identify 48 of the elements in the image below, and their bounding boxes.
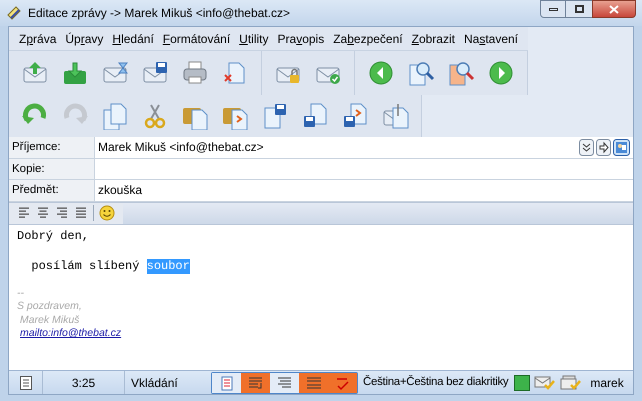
menu-item[interactable]: Nastavení	[464, 30, 518, 48]
justify-icon[interactable]	[74, 207, 88, 219]
page-toggle-icon[interactable]	[212, 372, 241, 392]
field-label: Předmět:	[9, 180, 95, 200]
align-center-icon[interactable]	[36, 207, 50, 219]
body-text: posílám slíbený	[30, 258, 140, 274]
body-text: Dobrý den,	[17, 228, 90, 244]
spell-toggle-icon[interactable]	[328, 372, 357, 392]
close-button[interactable]	[592, 0, 636, 18]
field-value: Marek Mikuš <info@thebat.cz>	[98, 139, 264, 156]
menu-item[interactable]: Zobrazit	[412, 30, 455, 48]
signature-line: S pozdravem,	[17, 300, 82, 314]
menu-item[interactable]: Úpravy	[65, 30, 104, 48]
message-body[interactable]: Dobrý den, posílám slíbený soubor -- S pozdravem, Marek Mikuš mailto:info@thebat.cz	[9, 224, 633, 370]
menu-item[interactable]: Formátování	[162, 30, 230, 48]
align-right-icon[interactable]	[55, 207, 69, 219]
field-label: Kopie:	[9, 158, 95, 179]
input-field[interactable]: Marek Mikuš <info@thebat.cz>	[95, 137, 633, 158]
signature-line: --	[17, 286, 24, 300]
email-link[interactable]: mailto:info@thebat.cz	[20, 327, 122, 340]
close-icon	[609, 4, 619, 14]
arrow-right-icon[interactable]	[596, 138, 611, 156]
lines-toggle-icon[interactable]	[270, 372, 299, 392]
field-value: zkouška	[98, 182, 142, 200]
user-name: marek	[590, 374, 624, 392]
language[interactable]: Čeština+Čeština bez diakritiky	[363, 374, 508, 392]
document-icon	[20, 376, 32, 390]
minimize-button[interactable]	[540, 0, 566, 18]
maximize-button[interactable]	[566, 0, 592, 18]
square-icon[interactable]	[514, 374, 530, 390]
selected-text: soubor	[146, 258, 190, 274]
input-field[interactable]: zkouška	[95, 180, 633, 200]
address-book-icon[interactable]	[613, 138, 630, 156]
menu-item[interactable]: Utility	[239, 30, 268, 48]
cursor-position: 3:25	[72, 374, 96, 392]
menu-item[interactable]: Pravopis	[278, 30, 324, 48]
signature-line: Marek Mikuš	[18, 314, 80, 327]
window-title: Editace zprávy -> Marek Mikuš <info@thebat.cz>	[28, 5, 290, 22]
menu-item[interactable]: Zabezpečení	[333, 30, 403, 48]
wrap-toggle-icon[interactable]	[241, 372, 270, 392]
edit-mode: Vkládání	[131, 374, 178, 392]
expand-icon[interactable]	[579, 138, 594, 156]
field-label: Příjemce:	[9, 137, 95, 158]
align-left-icon[interactable]	[17, 207, 31, 219]
smiley-icon[interactable]	[99, 205, 115, 221]
menu-item[interactable]: Zpráva	[19, 30, 56, 48]
quote-toggle-icon[interactable]	[299, 372, 328, 392]
menu-item[interactable]: Hledání	[112, 30, 154, 48]
